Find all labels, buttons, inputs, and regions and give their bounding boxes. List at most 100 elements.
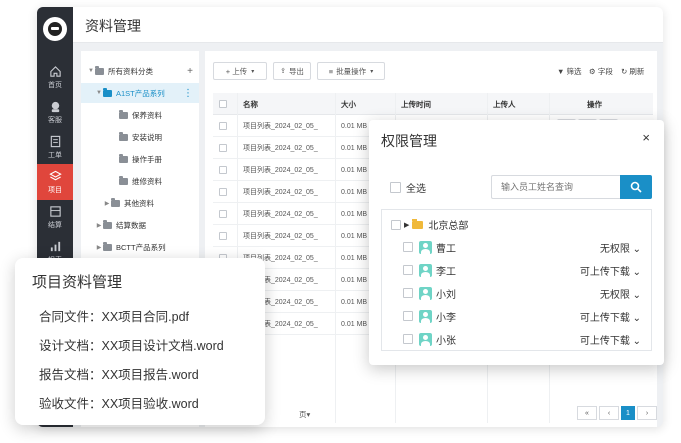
- file-name[interactable]: 项目列表_2024_02_05_: [239, 181, 335, 203]
- dialog-title: 权限管理: [381, 133, 437, 149]
- tree-item-label: 保养资料: [132, 110, 162, 120]
- search-button[interactable]: [620, 175, 652, 199]
- file-name[interactable]: 项目列表_2024_02_05_: [239, 225, 335, 247]
- user-row[interactable]: 小张 可上传下载 ⌄: [403, 330, 643, 348]
- row-checkbox[interactable]: [215, 137, 227, 159]
- department-label: 北京总部: [428, 221, 469, 232]
- ticket-icon: [50, 135, 60, 147]
- user-row[interactable]: 小李 可上传下载 ⌄: [403, 307, 643, 325]
- filter-button[interactable]: ▼ 筛选: [557, 66, 582, 77]
- caret-right-icon[interactable]: ▶: [103, 200, 111, 207]
- nav-project-label: 项目: [48, 186, 62, 194]
- checkbox-icon[interactable]: [391, 219, 401, 230]
- page-1-button[interactable]: 1: [621, 406, 635, 420]
- tree-item-label: BCTT产品系列: [116, 242, 166, 252]
- nav-service-label: 客服: [48, 116, 62, 124]
- nav-settlement[interactable]: 结算: [37, 199, 73, 235]
- more-icon[interactable]: ⋮: [183, 88, 193, 99]
- checkbox-icon[interactable]: [403, 311, 413, 321]
- permission-select[interactable]: 可上传下载 ⌄: [580, 263, 641, 278]
- row-checkbox[interactable]: [215, 181, 227, 203]
- tree-root[interactable]: ▼ 所有资料分类 +: [81, 61, 199, 81]
- employee-search-input[interactable]: [491, 175, 621, 199]
- nav-service[interactable]: 客服: [37, 94, 73, 130]
- select-all-checkbox[interactable]: 全选: [390, 180, 426, 195]
- page-size-select[interactable]: 页▾: [299, 409, 310, 420]
- caret-right-icon[interactable]: ▶: [95, 244, 103, 251]
- permission-value: 无权限: [599, 243, 630, 255]
- user-row[interactable]: 小刘 无权限 ⌄: [403, 284, 643, 302]
- folder-icon: [111, 197, 120, 207]
- checkbox-icon[interactable]: [403, 265, 413, 275]
- project-docs-card: 项目资料管理 合同文件：XX项目合同.pdf 设计文档：XX项目设计文档.wor…: [15, 258, 265, 425]
- upload-button[interactable]: + 上传 ▾: [213, 62, 267, 80]
- chart-icon: [50, 241, 60, 251]
- tree-root-label: 所有资料分类: [108, 66, 153, 76]
- user-row[interactable]: 李工 可上传下载 ⌄: [403, 261, 643, 279]
- tree-item-a1st[interactable]: ▼ A1ST产品系列 ⋮: [81, 83, 199, 103]
- permission-select[interactable]: 可上传下载 ⌄: [580, 332, 641, 347]
- col-name[interactable]: 名称: [239, 93, 335, 115]
- close-icon[interactable]: ×: [642, 130, 650, 145]
- chevron-down-icon: ⌄: [632, 243, 641, 255]
- col-size[interactable]: 大小: [337, 93, 395, 115]
- user-row[interactable]: 曹工 无权限 ⌄: [403, 238, 643, 256]
- checkbox-icon[interactable]: [403, 334, 413, 344]
- row-checkbox[interactable]: [215, 115, 227, 137]
- tree-item-label: 结算数据: [116, 220, 146, 230]
- file-name[interactable]: 项目列表_2024_02_05_: [239, 159, 335, 181]
- tree-item-settlement[interactable]: ▶ 结算数据: [81, 215, 199, 235]
- export-button[interactable]: ⇪ 导出: [273, 62, 311, 80]
- prev-page-button[interactable]: ‹: [599, 406, 619, 420]
- folder-icon: [119, 153, 128, 163]
- contract-file-line: 合同文件：XX项目合同.pdf: [39, 310, 190, 324]
- fields-button[interactable]: ⚙ 字段: [589, 66, 613, 77]
- file-name[interactable]: 项目列表_2024_02_05_: [239, 203, 335, 225]
- checkbox-icon[interactable]: [403, 288, 413, 298]
- add-category-icon[interactable]: +: [187, 66, 193, 77]
- permission-dialog: 权限管理 × 全选 ▶ 北京总部 曹工 无权限 ⌄ 李工 可上传下载 ⌄: [369, 120, 664, 365]
- row-checkbox[interactable]: [215, 203, 227, 225]
- refresh-button[interactable]: ↻ 刷新: [621, 66, 644, 77]
- next-page-button[interactable]: ›: [637, 406, 657, 420]
- chevron-down-icon: ⌄: [632, 266, 641, 278]
- nav-settlement-label: 结算: [48, 221, 62, 229]
- user-avatar-icon: [419, 263, 432, 277]
- caret-right-icon[interactable]: ▶: [404, 221, 409, 229]
- tree-item-repair[interactable]: 维修资料: [81, 171, 199, 191]
- row-checkbox[interactable]: [215, 225, 227, 247]
- refresh-icon: ↻: [621, 67, 628, 76]
- permission-select[interactable]: 无权限 ⌄: [600, 286, 641, 301]
- user-name: 小刘: [436, 289, 456, 301]
- col-upload-time[interactable]: 上传时间: [397, 93, 487, 115]
- checkbox-icon[interactable]: [403, 242, 413, 252]
- row-checkbox[interactable]: [215, 159, 227, 181]
- file-name[interactable]: 项目列表_2024_02_05_: [239, 115, 335, 137]
- tree-item-maintenance[interactable]: 保养资料: [81, 105, 199, 125]
- permission-value: 可上传下载: [579, 266, 630, 278]
- nav-ticket[interactable]: 工单: [37, 129, 73, 165]
- header-checkbox[interactable]: [215, 93, 227, 115]
- tree-item-label: 其他资料: [124, 198, 154, 208]
- tree-item-install[interactable]: 安装说明: [81, 127, 199, 147]
- permission-select[interactable]: 可上传下载 ⌄: [580, 309, 641, 324]
- top-bar: 资料管理: [73, 7, 663, 43]
- nav-project[interactable]: 项目: [37, 164, 73, 200]
- tree-item-other[interactable]: ▶ 其他资料: [81, 193, 199, 213]
- batch-operation-button[interactable]: ≡ 批量操作 ▾: [317, 62, 385, 80]
- user-avatar-icon: [419, 309, 432, 323]
- caret-down-icon[interactable]: ▼: [95, 90, 103, 96]
- tree-item-bctt[interactable]: ▶ BCTT产品系列: [81, 237, 199, 257]
- col-uploader[interactable]: 上传人: [489, 93, 549, 115]
- user-avatar-logo[interactable]: [43, 17, 67, 41]
- file-name[interactable]: 项目列表_2024_02_05_: [239, 137, 335, 159]
- nav-home[interactable]: 首页: [37, 59, 73, 95]
- permission-value: 可上传下载: [579, 312, 630, 324]
- folder-icon: [103, 219, 112, 229]
- tree-item-manual[interactable]: 操作手册: [81, 149, 199, 169]
- department-node[interactable]: ▶ 北京总部: [391, 217, 468, 232]
- permission-select[interactable]: 无权限 ⌄: [600, 240, 641, 255]
- first-page-button[interactable]: «: [577, 406, 597, 420]
- caret-right-icon[interactable]: ▶: [95, 222, 103, 229]
- caret-down-icon[interactable]: ▼: [87, 68, 95, 74]
